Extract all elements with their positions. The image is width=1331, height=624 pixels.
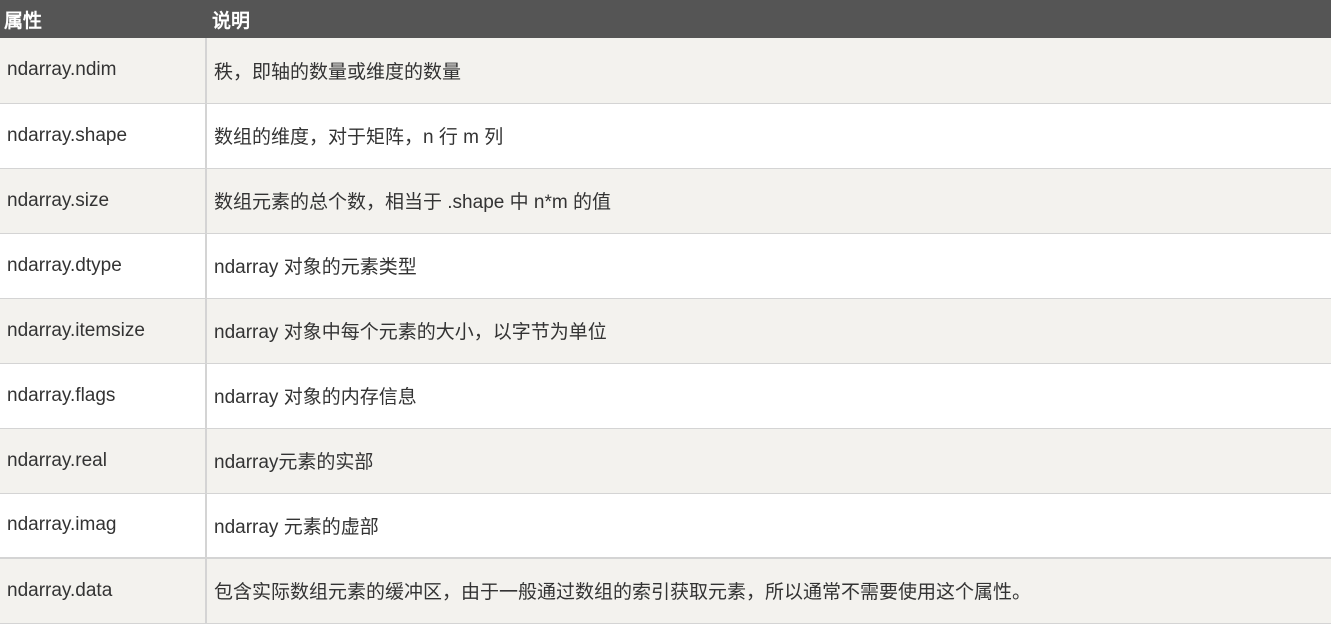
ndarray-attributes-table: 属性 说明 ndarray.ndim 秩，即轴的数量或维度的数量 ndarray.s…: [0, 0, 1331, 624]
description-cell: 数组的维度，对于矩阵，n 行 m 列: [206, 103, 1331, 169]
description-cell: 包含实际数组元素的缓冲区，由于一般通过数组的索引获取元素，所以通常不需要使用这个…: [206, 557, 1331, 624]
table-row: ndarray.imag ndarray 元素的虚部: [0, 493, 1331, 559]
table-header-row: 属性 说明: [0, 0, 1331, 38]
description-cell: ndarray元素的实部: [206, 428, 1331, 494]
table-row: ndarray.data 包含实际数组元素的缓冲区，由于一般通过数组的索引获取元素…: [0, 557, 1331, 624]
table-row: ndarray.dtype ndarray 对象的元素类型: [0, 233, 1331, 299]
header-description: 说明: [206, 0, 1331, 38]
attribute-cell: ndarray.flags: [0, 363, 207, 429]
attribute-cell: ndarray.size: [0, 168, 207, 234]
attribute-cell: ndarray.itemsize: [0, 298, 207, 364]
table-row: ndarray.itemsize ndarray 对象中每个元素的大小，以字节为单…: [0, 298, 1331, 364]
attribute-cell: ndarray.real: [0, 428, 207, 494]
table-row: ndarray.size 数组元素的总个数，相当于 .shape 中 n*m 的值: [0, 168, 1331, 234]
attribute-cell: ndarray.imag: [0, 493, 207, 559]
description-cell: ndarray 对象的内存信息: [206, 363, 1331, 429]
description-cell: ndarray 对象中每个元素的大小，以字节为单位: [206, 298, 1331, 364]
description-cell: ndarray 元素的虚部: [206, 493, 1331, 559]
description-cell: ndarray 对象的元素类型: [206, 233, 1331, 299]
table-row: ndarray.flags ndarray 对象的内存信息: [0, 363, 1331, 429]
header-attribute: 属性: [0, 0, 206, 38]
table-row: ndarray.ndim 秩，即轴的数量或维度的数量: [0, 38, 1331, 104]
attribute-cell: ndarray.shape: [0, 103, 207, 169]
table-row: ndarray.shape 数组的维度，对于矩阵，n 行 m 列: [0, 103, 1331, 169]
description-cell: 数组元素的总个数，相当于 .shape 中 n*m 的值: [206, 168, 1331, 234]
attribute-cell: ndarray.data: [0, 557, 207, 624]
attribute-cell: ndarray.ndim: [0, 38, 207, 104]
table-row: ndarray.real ndarray元素的实部: [0, 428, 1331, 494]
description-cell: 秩，即轴的数量或维度的数量: [206, 38, 1331, 104]
attribute-cell: ndarray.dtype: [0, 233, 207, 299]
